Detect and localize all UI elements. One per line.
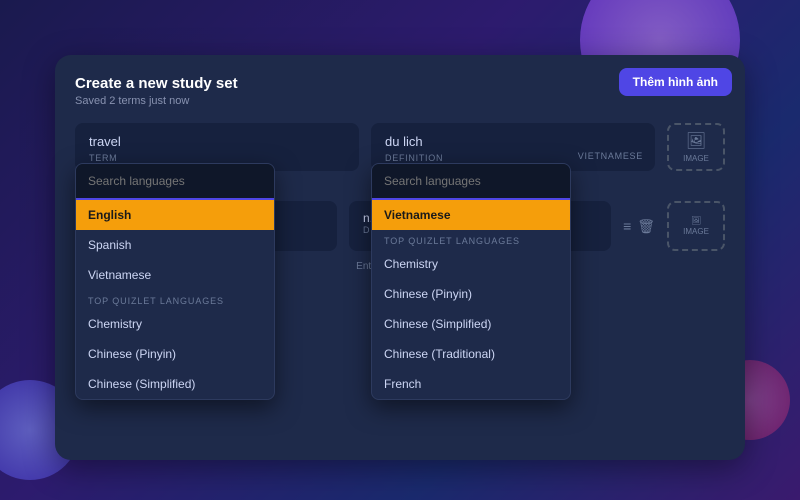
image-button-row2[interactable]: 🖼 IMAGE <box>667 201 725 251</box>
term-field-wrapper: TERM 1 English Spanish Vietnamese TOP QU… <box>75 123 359 171</box>
def-field-wrapper: DEFINITION VIETNAMESE 2 Vietnamese TOP Q… <box>371 123 655 171</box>
dropdown-item-chemistry-r[interactable]: Chemistry <box>372 249 570 279</box>
term-label: TERM <box>89 153 345 163</box>
dropdown-item-pinyin-r[interactable]: Chinese (Pinyin) <box>372 279 570 309</box>
dropdown-item-english[interactable]: English <box>76 200 274 230</box>
dropdown-section-label-right: TOP QUIZLET LANGUAGES <box>372 230 570 249</box>
reorder-icon[interactable]: ≡ <box>623 218 631 234</box>
search-language-left-input[interactable] <box>76 164 274 200</box>
image-label-row1: IMAGE <box>683 154 709 163</box>
delete-icon[interactable]: 🗑 <box>637 218 655 235</box>
image-icon-row2: 🖼 <box>691 216 701 225</box>
dropdown-item-simplified-r[interactable]: Chinese (Simplified) <box>372 309 570 339</box>
dropdown-item-chemistry-l[interactable]: Chemistry <box>76 309 274 339</box>
dropdown-item-french-r[interactable]: French <box>372 369 570 399</box>
dropdown-item-pinyin-l[interactable]: Chinese (Pinyin) <box>76 339 274 369</box>
page-subtitle: Saved 2 terms just now <box>75 95 725 107</box>
dropdown-left: 1 English Spanish Vietnamese TOP QUIZLET… <box>75 163 275 400</box>
image-label-row2: IMAGE <box>683 227 709 236</box>
dropdown-item-vietnamese[interactable]: Vietnamese <box>76 260 274 290</box>
term-input[interactable] <box>89 134 345 149</box>
def-lang: VIETNAMESE <box>578 151 643 161</box>
dropdown-item-traditional-r[interactable]: Chinese (Traditional) <box>372 339 570 369</box>
image-button-row1[interactable]: 🖼 IMAGE <box>667 123 725 171</box>
main-card: Create a new study set Saved 2 terms jus… <box>55 55 745 460</box>
dropdown-section-label-left: TOP QUIZLET LANGUAGES <box>76 290 274 309</box>
def-input[interactable] <box>385 134 641 149</box>
image-icon-row1: 🖼 <box>686 131 706 151</box>
row-2-actions: ≡ 🗑 <box>623 201 655 251</box>
dropdown-item-vietnamese-r[interactable]: Vietnamese <box>372 200 570 230</box>
dropdown-item-spanish[interactable]: Spanish <box>76 230 274 260</box>
search-language-right-input[interactable] <box>372 164 570 200</box>
dropdown-item-simplified-l[interactable]: Chinese (Simplified) <box>76 369 274 399</box>
dropdown-right: 2 Vietnamese TOP QUIZLET LANGUAGES Chemi… <box>371 163 571 400</box>
row-1: TERM 1 English Spanish Vietnamese TOP QU… <box>75 123 725 171</box>
them-hinh-anh-button[interactable]: Thêm hình ảnh <box>619 68 732 96</box>
